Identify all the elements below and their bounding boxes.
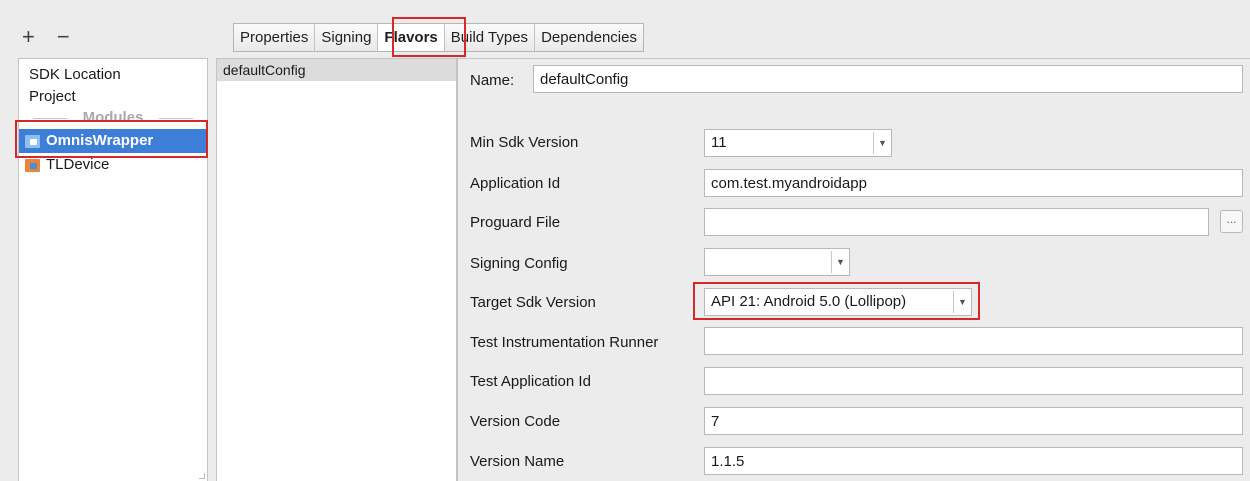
chevron-down-icon: ▼ <box>831 251 849 273</box>
tab-build-types[interactable]: Build Types <box>444 24 536 51</box>
version-name-field[interactable] <box>704 447 1243 475</box>
version-name-label: Version Name <box>470 453 565 470</box>
resize-grip[interactable] <box>199 473 205 479</box>
flavor-item-defaultconfig[interactable]: defaultConfig <box>217 59 456 81</box>
device-module-icon <box>25 158 40 172</box>
chevron-down-icon: ▼ <box>873 132 891 154</box>
remove-module-button[interactable]: − <box>57 26 70 48</box>
modules-list: SDK Location Project Modules OmnisWrappe… <box>18 58 208 481</box>
application-id-label: Application Id <box>470 175 561 192</box>
version-code-field[interactable] <box>704 407 1243 435</box>
browse-button[interactable]: ... <box>1220 210 1243 233</box>
sidebar-item-project[interactable]: Project <box>19 85 207 109</box>
add-module-button[interactable]: + <box>22 26 35 48</box>
proguard-file-field[interactable] <box>704 208 1209 236</box>
version-code-label: Version Code <box>470 413 561 430</box>
tab-signing[interactable]: Signing <box>315 24 379 51</box>
target-sdk-version-select[interactable]: API 21: Android 5.0 (Lollipop) ▼ <box>704 288 972 316</box>
name-field[interactable] <box>533 65 1243 93</box>
tab-flavors[interactable]: Flavors <box>378 24 445 51</box>
target-sdk-version-value: API 21: Android 5.0 (Lollipop) <box>711 293 907 310</box>
min-sdk-version-label: Min Sdk Version <box>470 134 579 151</box>
module-label: OmnisWrapper <box>46 132 154 149</box>
tab-bar: Properties Signing Flavors Build Types D… <box>233 23 644 52</box>
module-icon <box>25 134 40 148</box>
application-id-field[interactable] <box>704 169 1243 197</box>
sidebar-item-sdk-location[interactable]: SDK Location <box>19 63 207 87</box>
tab-properties[interactable]: Properties <box>234 24 316 51</box>
sidebar-item-omniswrapper[interactable]: OmnisWrapper <box>19 129 207 153</box>
test-application-id-field[interactable] <box>704 367 1243 395</box>
flavors-list: defaultConfig <box>216 58 457 481</box>
signing-config-label: Signing Config <box>470 255 568 272</box>
signing-config-select[interactable]: ▼ <box>704 248 850 276</box>
test-instrumentation-runner-label: Test Instrumentation Runner <box>470 334 659 351</box>
tab-dependencies[interactable]: Dependencies <box>535 24 643 51</box>
name-label: Name: <box>470 72 515 89</box>
test-instrumentation-runner-field[interactable] <box>704 327 1243 355</box>
module-label: TLDevice <box>46 156 110 173</box>
test-application-id-label: Test Application Id <box>470 373 591 390</box>
min-sdk-version-value: 11 <box>711 134 727 151</box>
target-sdk-version-label: Target Sdk Version <box>470 294 596 311</box>
chevron-down-icon: ▼ <box>953 291 971 313</box>
modules-toolbar: + − <box>22 26 70 48</box>
sidebar-item-tldevice[interactable]: TLDevice <box>19 153 207 177</box>
proguard-file-label: Proguard File <box>470 214 561 231</box>
modules-section-label: Modules <box>19 109 207 127</box>
min-sdk-version-select[interactable]: 11 ▼ <box>704 129 892 157</box>
